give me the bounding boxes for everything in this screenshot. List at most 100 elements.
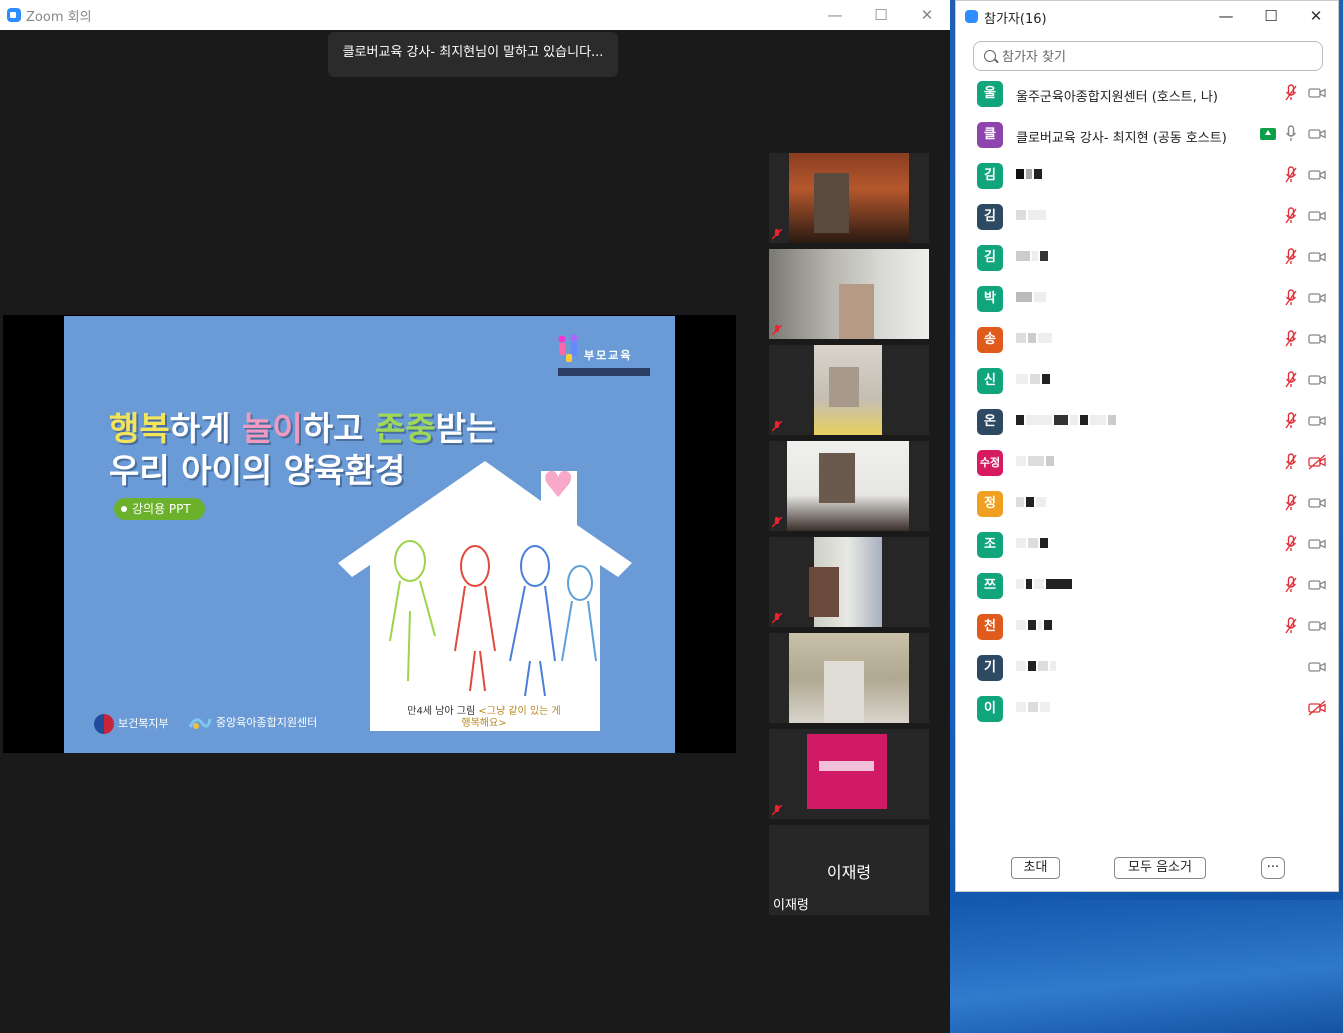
- participant-avatar: 박: [977, 286, 1003, 312]
- participant-avatar: 울: [977, 81, 1003, 107]
- participant-row[interactable]: 쯔: [956, 567, 1338, 608]
- minimize-button[interactable]: —: [820, 4, 850, 26]
- mic-muted-icon[interactable]: [1285, 330, 1297, 348]
- video-icon[interactable]: [1308, 577, 1326, 593]
- participant-row[interactable]: 김: [956, 239, 1338, 280]
- video-thumbnail[interactable]: [769, 441, 929, 531]
- mute-all-button[interactable]: 모두 음소거: [1114, 857, 1206, 879]
- video-thumbnail[interactable]: [769, 249, 929, 339]
- ministry-logo: 보건복지부: [94, 714, 169, 734]
- participant-avatar: 천: [977, 614, 1003, 640]
- participant-row[interactable]: 이: [956, 690, 1338, 731]
- video-icon[interactable]: [1308, 208, 1326, 224]
- search-icon: [984, 50, 996, 62]
- participant-row[interactable]: 기: [956, 649, 1338, 690]
- video-off-icon[interactable]: [1308, 454, 1326, 470]
- participant-search[interactable]: [973, 41, 1323, 71]
- participant-row[interactable]: 신: [956, 362, 1338, 403]
- participant-name-redacted: [1016, 620, 1054, 630]
- mic-muted-icon: [772, 421, 782, 431]
- participant-name-redacted: [1016, 169, 1044, 179]
- participant-row[interactable]: 울 울주군육아종합지원센터 (호스트, 나): [956, 75, 1338, 116]
- participant-row[interactable]: 정: [956, 485, 1338, 526]
- mic-muted-icon[interactable]: [1285, 494, 1297, 512]
- video-icon[interactable]: [1308, 495, 1326, 511]
- video-icon[interactable]: [1308, 249, 1326, 265]
- participant-avatar: 송: [977, 327, 1003, 353]
- video-thumbnail[interactable]: [769, 729, 929, 819]
- program-logo: 부모교육: [556, 334, 652, 378]
- participant-row[interactable]: 천: [956, 608, 1338, 649]
- presentation-slide: 부모교육 행복하게 놀이하고 존중받는 우리 아이의 양육환경 강의용 PPT …: [64, 316, 675, 753]
- participant-avatar: 김: [977, 163, 1003, 189]
- video-thumbnail[interactable]: [769, 537, 929, 627]
- participant-row[interactable]: 김: [956, 157, 1338, 198]
- mic-muted-icon: [772, 325, 782, 335]
- mic-muted-icon[interactable]: [1285, 617, 1297, 635]
- mic-muted-icon[interactable]: [1285, 453, 1297, 471]
- participant-name-redacted: [1016, 374, 1052, 384]
- house-drawing-icon: [338, 461, 632, 731]
- family-dolls-icon: [558, 334, 578, 362]
- mic-muted-icon[interactable]: [1285, 371, 1297, 389]
- video-off-icon[interactable]: [1308, 700, 1326, 716]
- mic-muted-icon[interactable]: [1285, 535, 1297, 553]
- video-thumbnail[interactable]: [769, 633, 929, 723]
- participant-row[interactable]: 온: [956, 403, 1338, 444]
- mic-muted-icon: [772, 613, 782, 623]
- video-icon[interactable]: [1308, 126, 1326, 142]
- more-options-button[interactable]: ···: [1261, 857, 1285, 879]
- participant-name: 울주군육아종합지원센터 (호스트, 나): [1016, 90, 1218, 105]
- close-button[interactable]: ✕: [912, 4, 942, 26]
- mic-muted-icon: [772, 229, 782, 239]
- heart-icon: ♥: [542, 465, 575, 506]
- video-thumbnail-no-video[interactable]: 이재령 이재령: [769, 825, 929, 915]
- mic-muted-icon: [772, 517, 782, 527]
- participant-name-redacted: [1016, 702, 1052, 712]
- maximize-button[interactable]: ☐: [1256, 5, 1286, 27]
- participant-row[interactable]: 송: [956, 321, 1338, 362]
- video-icon[interactable]: [1308, 167, 1326, 183]
- video-icon[interactable]: [1308, 85, 1326, 101]
- mic-muted-icon[interactable]: [1285, 289, 1297, 307]
- video-thumbnail[interactable]: [769, 345, 929, 435]
- mic-muted-icon[interactable]: [1285, 84, 1297, 102]
- mic-muted-icon: [772, 805, 782, 815]
- participant-row[interactable]: 김: [956, 198, 1338, 239]
- participant-row[interactable]: 조: [956, 526, 1338, 567]
- mic-muted-icon[interactable]: [1285, 207, 1297, 225]
- video-icon[interactable]: [1308, 659, 1326, 675]
- participant-row[interactable]: 박: [956, 280, 1338, 321]
- minimize-button[interactable]: —: [1211, 5, 1241, 27]
- search-input[interactable]: [1000, 46, 1314, 68]
- video-thumbnail[interactable]: [769, 153, 929, 243]
- video-icon[interactable]: [1308, 618, 1326, 634]
- mic-muted-icon[interactable]: [1285, 412, 1297, 430]
- mic-muted-icon[interactable]: [1285, 166, 1297, 184]
- participant-name-redacted: [1016, 497, 1048, 507]
- ministry-emblem-icon: [94, 714, 114, 734]
- video-icon[interactable]: [1308, 413, 1326, 429]
- video-icon[interactable]: [1308, 290, 1326, 306]
- participant-row[interactable]: 클 클로버교육 강사- 최지현 (공동 호스트): [956, 116, 1338, 157]
- participant-avatar: 정: [977, 491, 1003, 517]
- mic-muted-icon[interactable]: [1285, 248, 1297, 266]
- video-icon[interactable]: [1308, 331, 1326, 347]
- center-logo: 중앙육아종합지원센터: [188, 714, 317, 731]
- mic-icon[interactable]: [1285, 125, 1297, 143]
- center-emblem-icon: [188, 718, 212, 729]
- participant-row[interactable]: 수정: [956, 444, 1338, 485]
- close-button[interactable]: ✕: [1301, 5, 1331, 27]
- video-icon[interactable]: [1308, 372, 1326, 388]
- mic-muted-icon[interactable]: [1285, 576, 1297, 594]
- invite-button[interactable]: 초대: [1011, 857, 1060, 879]
- video-icon[interactable]: [1308, 536, 1326, 552]
- maximize-button[interactable]: ☐: [866, 4, 896, 26]
- zoom-logo-icon: [965, 10, 978, 23]
- participant-name-redacted: [1016, 579, 1074, 589]
- participant-avatar: 수정: [977, 450, 1003, 476]
- participant-avatar: 김: [977, 245, 1003, 271]
- participant-name-redacted: [1016, 333, 1054, 343]
- active-speaker-toast: 클로버교육 강사- 최지현님이 말하고 있습니다...: [328, 32, 618, 77]
- participant-avatar: 조: [977, 532, 1003, 558]
